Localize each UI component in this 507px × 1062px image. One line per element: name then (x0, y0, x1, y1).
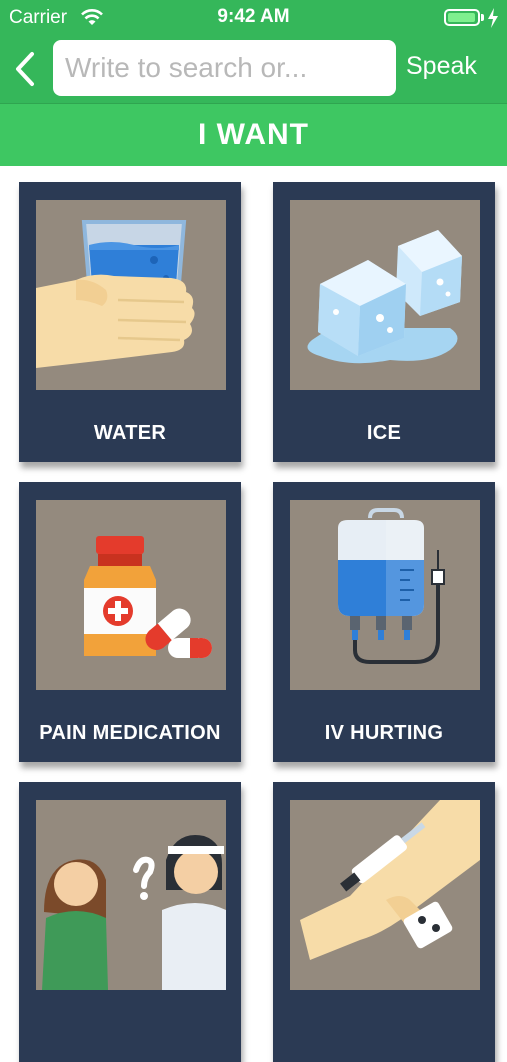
clock: 9:42 AM (217, 6, 290, 27)
tile-label: ICE (366, 422, 402, 444)
tile-label: WATER (93, 422, 167, 444)
search-input[interactable]: Write to search or... (53, 40, 396, 96)
tile-label: IV HURTING (324, 722, 444, 744)
water-glass-icon (36, 220, 195, 368)
tile-image (36, 500, 226, 690)
ice-cubes-icon (307, 230, 462, 364)
tile-image (290, 200, 480, 390)
tile-ice[interactable]: ICE (273, 182, 495, 462)
status-bar: Carrier 9:42 AM (0, 0, 507, 36)
iv-bag-icon (338, 508, 445, 664)
battery-level (448, 13, 475, 22)
tile-injection[interactable] (273, 782, 495, 1062)
tile-label: PAIN MEDICATION (39, 722, 221, 744)
tile-image (36, 800, 226, 990)
battery-icon (444, 9, 480, 26)
charging-bolt-icon (488, 8, 498, 28)
navigation-header: Carrier 9:42 AM Write to search or... Sp… (0, 0, 507, 103)
tile-doctor-question[interactable] (19, 782, 241, 1062)
arm-injection-icon (300, 800, 480, 960)
back-chevron-icon[interactable] (8, 50, 44, 88)
tile-water[interactable]: WATER (19, 182, 241, 462)
confused-doctor-icon (42, 835, 226, 990)
speak-button[interactable]: Speak (406, 52, 477, 81)
category-title: I WANT (0, 103, 507, 166)
tile-pain-medication[interactable]: PAIN MEDICATION (19, 482, 241, 762)
tile-image (36, 200, 226, 390)
tile-image (290, 800, 480, 990)
medicine-bottle-icon (84, 536, 212, 658)
tile-image (290, 500, 480, 690)
battery-tip (481, 14, 484, 21)
phrase-grid: WATER ICE PAIN MEDICATION IV HURTING (0, 166, 507, 1062)
tile-iv-hurting[interactable]: IV HURTING (273, 482, 495, 762)
